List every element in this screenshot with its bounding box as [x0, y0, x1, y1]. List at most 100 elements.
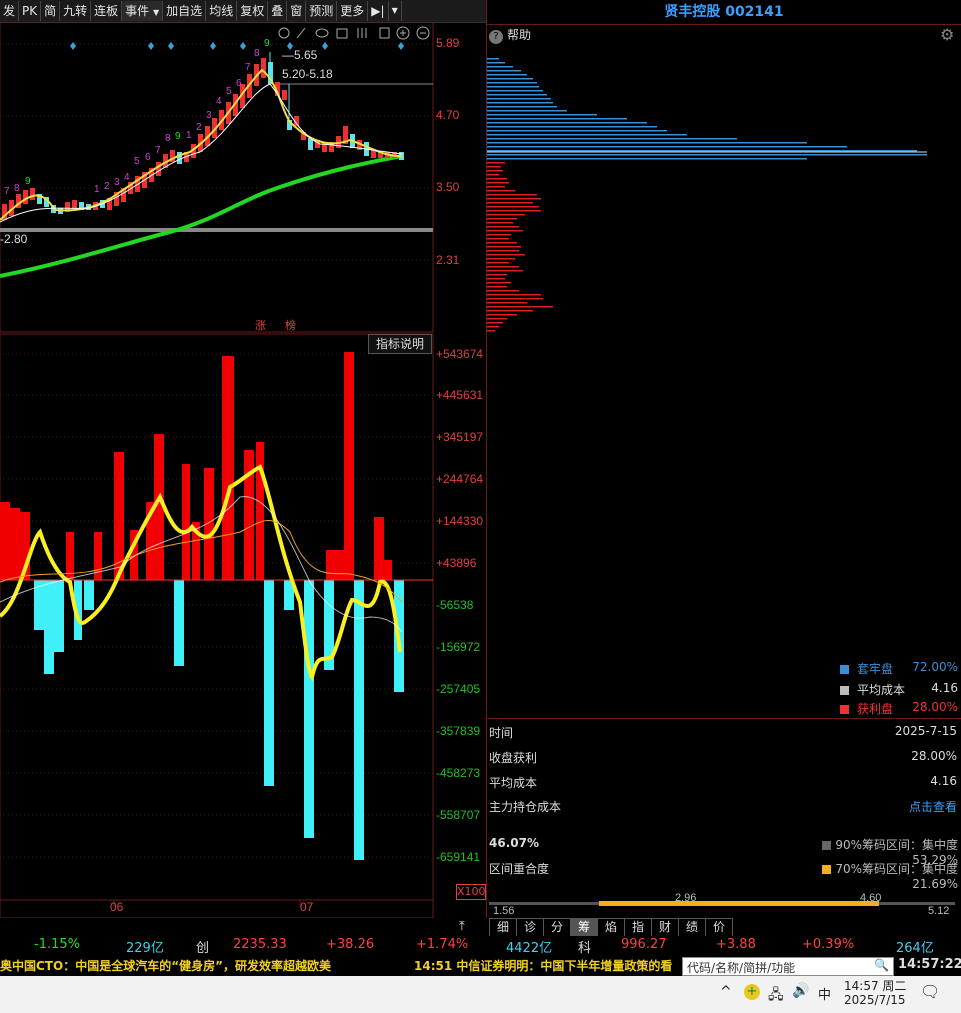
- toolbar-event[interactable]: 事件 ▼: [122, 1, 164, 21]
- search-icon[interactable]: 🔍: [874, 958, 889, 972]
- toolbar-jiuzhuan[interactable]: 九转: [60, 1, 92, 21]
- ime-indicator[interactable]: 中: [818, 984, 831, 1003]
- volume-bars: [0, 352, 404, 860]
- scroll-top-icon[interactable]: ⤒: [459, 919, 465, 934]
- toolbar-overlay[interactable]: 叠: [268, 1, 288, 21]
- expand-panel-icon[interactable]: ▶|: [368, 1, 389, 21]
- legend-trapped: 套牢盘 72.00%: [840, 660, 958, 677]
- legend-swatch: [840, 705, 849, 714]
- news-item[interactable]: 14:51 中信证券明明：中国下半年增量政策的看: [414, 957, 682, 974]
- toolbar-ma[interactable]: 均线: [206, 1, 238, 21]
- tab-detail[interactable]: 细: [489, 918, 517, 937]
- high-price-label: —5.65: [282, 48, 318, 62]
- vol-axis-label: -357839: [436, 724, 481, 738]
- help-link[interactable]: ? 帮助: [489, 26, 531, 44]
- vol-axis-label: +345197: [436, 430, 484, 444]
- clock: 14:57:22: [898, 957, 961, 972]
- gear-icon[interactable]: ⚙: [940, 25, 954, 44]
- vol-axis-label: -56538: [436, 598, 474, 612]
- td-count: 8: [165, 133, 171, 144]
- vol-axis-label: -257405: [436, 682, 481, 696]
- network-icon[interactable]: 🖧: [768, 984, 784, 1008]
- indicator-explain-button[interactable]: 指标说明: [368, 334, 432, 354]
- kline-panel: [0, 22, 434, 333]
- app-tray-icon[interactable]: +: [744, 984, 760, 1000]
- signal-diamonds: [70, 42, 404, 50]
- toolbar-forecast[interactable]: 预测: [306, 1, 338, 21]
- price-axis-label: 2.31: [436, 253, 460, 267]
- toolbar-add-watchlist[interactable]: 加自选: [163, 1, 207, 21]
- td-count: 7: [155, 145, 161, 156]
- toolbar-window[interactable]: 窗: [287, 1, 307, 21]
- vol-axis-label: -156972: [436, 640, 481, 654]
- chevron-down-icon: ▼: [153, 8, 160, 17]
- vol-axis-label: -558707: [436, 808, 481, 822]
- toolbar-jian[interactable]: 简: [41, 1, 61, 21]
- quote-change: +3.88: [716, 937, 756, 952]
- tab-performance[interactable]: 绩: [678, 918, 706, 937]
- quote-index: 996.27: [621, 937, 667, 952]
- question-icon: ?: [489, 30, 503, 44]
- vol-axis-label: -659141: [436, 850, 481, 864]
- chevron-up-icon[interactable]: ^: [720, 984, 732, 1000]
- td-count: 3: [206, 110, 212, 121]
- toolbar-more[interactable]: 更多: [337, 1, 369, 21]
- td-count: 9: [264, 38, 270, 49]
- notification-icon[interactable]: 🗨: [920, 982, 940, 1001]
- tab-price[interactable]: 价: [705, 918, 733, 937]
- range-max: 5.12: [928, 905, 950, 917]
- profit-chips-bars: [487, 162, 553, 332]
- trapped-chips-bars: [487, 58, 927, 160]
- td-count: 5: [226, 86, 232, 97]
- stock-title: 贤丰控股 002141: [664, 4, 784, 20]
- td-count: 4: [216, 96, 222, 107]
- tab-split[interactable]: 分: [543, 918, 571, 937]
- td-count: 1: [186, 130, 192, 141]
- td-count: 3: [114, 177, 120, 188]
- range-70: 70%筹码区间：集中度21.69%: [780, 860, 958, 891]
- taskbar-date[interactable]: 2025/7/15: [844, 993, 906, 1007]
- range-70-high: 4.60: [860, 892, 882, 904]
- tab-flame[interactable]: 焰: [597, 918, 625, 937]
- volume-icon[interactable]: 🔊: [792, 983, 809, 999]
- td-count: 8: [14, 183, 20, 194]
- chart-toolbar: 发 PK 简 九转 连板 事件 ▼ 加自选 均线 复权 叠 窗 预测 更多 ▶|…: [0, 0, 486, 23]
- toolbar-pk[interactable]: PK: [19, 1, 42, 21]
- search-input[interactable]: 代码/名称/简拼/功能: [687, 959, 795, 976]
- bottom-tabs: 细 诊 分 筹 焰 指 财 绩 价: [489, 918, 733, 937]
- range-label: 5.20-5.18: [282, 67, 333, 81]
- range-min: 1.56: [493, 905, 515, 917]
- vol-axis-label: +244764: [436, 472, 484, 486]
- date-label: 07: [300, 900, 314, 914]
- tab-diagnose[interactable]: 诊: [516, 918, 544, 937]
- view-main-cost-link[interactable]: 点击查看: [909, 798, 957, 815]
- tab-index[interactable]: 指: [624, 918, 652, 937]
- toolbar-dropdown-icon[interactable]: ▼: [389, 1, 402, 21]
- toolbar-lianban[interactable]: 连板: [91, 1, 123, 21]
- candlesticks: [2, 52, 404, 220]
- toolbar-fa[interactable]: 发: [0, 1, 20, 21]
- news-ticker: 奥中国CTO：中国是全球汽车的“健身房”，研发效率超越欧美 14:51 中信证券…: [0, 956, 961, 976]
- quote-change-pct: -1.15%: [34, 937, 80, 952]
- info-main-cost-row: 主力持仓成本 点击查看: [489, 798, 957, 815]
- search-box[interactable]: 代码/名称/简拼/功能 🔍: [682, 957, 894, 976]
- quote-volume: 4422亿: [506, 941, 553, 956]
- ma-long-line: [0, 154, 403, 278]
- tab-chips[interactable]: 筹: [570, 918, 598, 937]
- news-item[interactable]: 奥中国CTO：中国是全球汽车的“健身房”，研发效率超越欧美: [0, 957, 331, 974]
- taskbar-time[interactable]: 14:57 周二: [844, 977, 906, 994]
- ma-mid-line: [0, 83, 403, 223]
- vol-axis-label: -458273: [436, 766, 481, 780]
- toolbar-adjust[interactable]: 复权: [237, 1, 269, 21]
- quote-change-pct: +0.39%: [802, 937, 855, 952]
- legend-profit: 获利盘 28.00%: [840, 700, 958, 717]
- low-price-label: -2.80: [0, 232, 28, 246]
- chip-distribution-chart: [487, 58, 927, 332]
- chip-range-bar: [489, 901, 955, 906]
- td-count: 9: [25, 176, 31, 187]
- main-chart-area: [0, 22, 434, 918]
- tab-finance[interactable]: 财: [651, 918, 679, 937]
- td-count: 5: [134, 156, 140, 167]
- td-count: 7: [4, 186, 10, 197]
- price-axis-label: 5.89: [436, 36, 460, 50]
